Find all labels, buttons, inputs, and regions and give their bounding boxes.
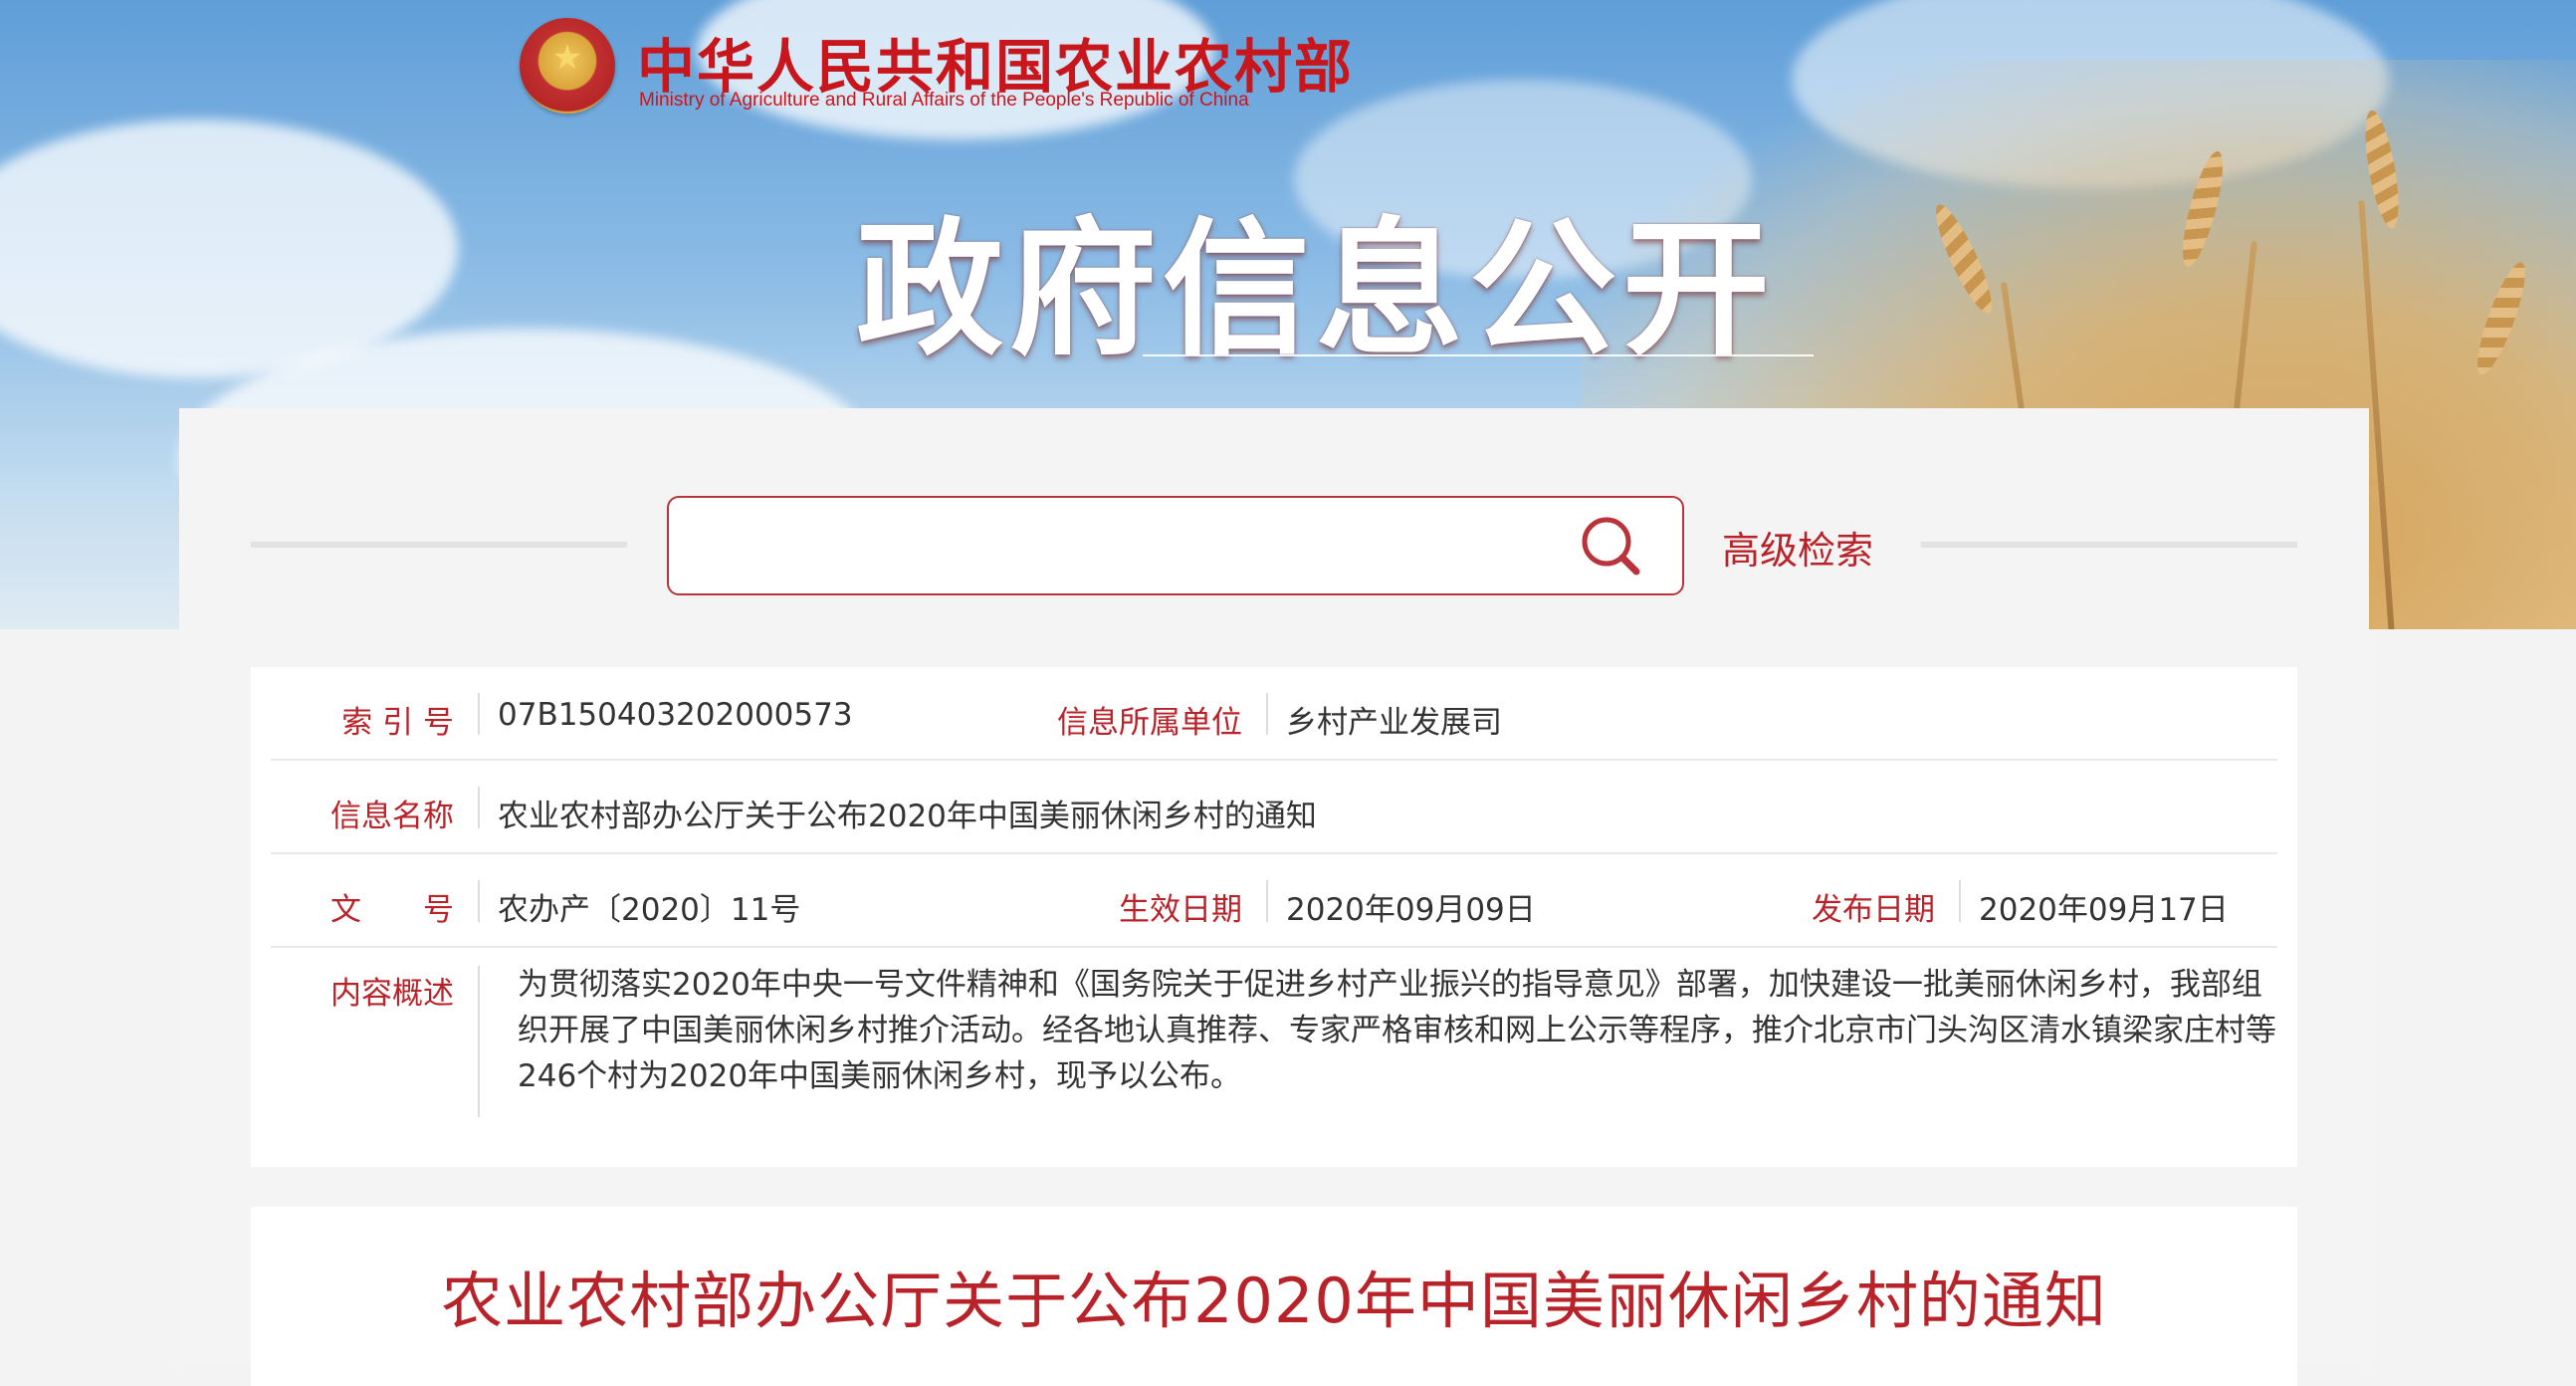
content-panel: 高级检索 索 引 号 07B150403202000573 信息所属单位 乡村产…	[179, 408, 2369, 1386]
publish-date-label: 发布日期	[1812, 892, 1935, 928]
cell-divider	[1959, 880, 1961, 922]
site-name-english: Ministry of Agriculture and Rural Affair…	[639, 90, 1249, 111]
search-divider-left	[251, 542, 627, 548]
cell-divider	[1266, 880, 1268, 922]
document-card: 农业农村部办公厅关于公布2020年中国美丽休闲乡村的通知	[251, 1207, 2297, 1386]
cell-divider	[478, 880, 480, 922]
search-icon[interactable]	[1579, 514, 1644, 579]
name-label: 信息名称	[330, 799, 454, 834]
info-row-docno: 文 号 农办产〔2020〕11号 生效日期 2020年09月09日 发布日期 2…	[271, 854, 2277, 948]
banner-divider	[1143, 354, 1814, 356]
cell-divider	[1266, 693, 1268, 735]
effective-date-label: 生效日期	[1119, 892, 1242, 928]
info-table: 索 引 号 07B150403202000573 信息所属单位 乡村产业发展司 …	[251, 667, 2297, 1167]
index-value: 07B150403202000573	[498, 697, 853, 733]
publish-date-value: 2020年09月17日	[1979, 892, 2229, 928]
info-row-index: 索 引 号 07B150403202000573 信息所属单位 乡村产业发展司	[271, 667, 2277, 761]
summary-label: 内容概述	[330, 976, 454, 1012]
search-divider-right	[1921, 542, 2297, 548]
summary-value: 为贯彻落实2020年中央一号文件精神和《国务院关于促进乡村产业振兴的指导意见》部…	[518, 967, 2276, 1094]
unit-value: 乡村产业发展司	[1286, 705, 1502, 741]
index-label: 索 引 号	[341, 705, 454, 741]
cell-divider	[478, 966, 480, 1117]
search-input[interactable]	[689, 518, 1569, 576]
name-value: 农业农村部办公厅关于公布2020年中国美丽休闲乡村的通知	[498, 799, 1317, 834]
search-box[interactable]	[667, 496, 1684, 595]
advanced-search-link[interactable]: 高级检索	[1722, 520, 1873, 575]
banner-title: 政府信息公开	[856, 204, 1776, 375]
document-title: 农业农村部办公厅关于公布2020年中国美丽休闲乡村的通知	[441, 1265, 2107, 1337]
info-row-name: 信息名称 农业农村部办公厅关于公布2020年中国美丽休闲乡村的通知	[271, 761, 2277, 854]
cell-divider	[478, 787, 480, 828]
national-emblem-icon[interactable]: ★	[520, 18, 615, 114]
unit-label: 信息所属单位	[1057, 705, 1242, 741]
effective-date-value: 2020年09月09日	[1286, 892, 1536, 928]
info-row-summary: 内容概述 为贯彻落实2020年中央一号文件精神和《国务院关于促进乡村产业振兴的指…	[271, 948, 2277, 1127]
cell-divider	[478, 693, 480, 735]
docno-value: 农办产〔2020〕11号	[498, 892, 801, 928]
docno-label: 文 号	[330, 892, 454, 928]
